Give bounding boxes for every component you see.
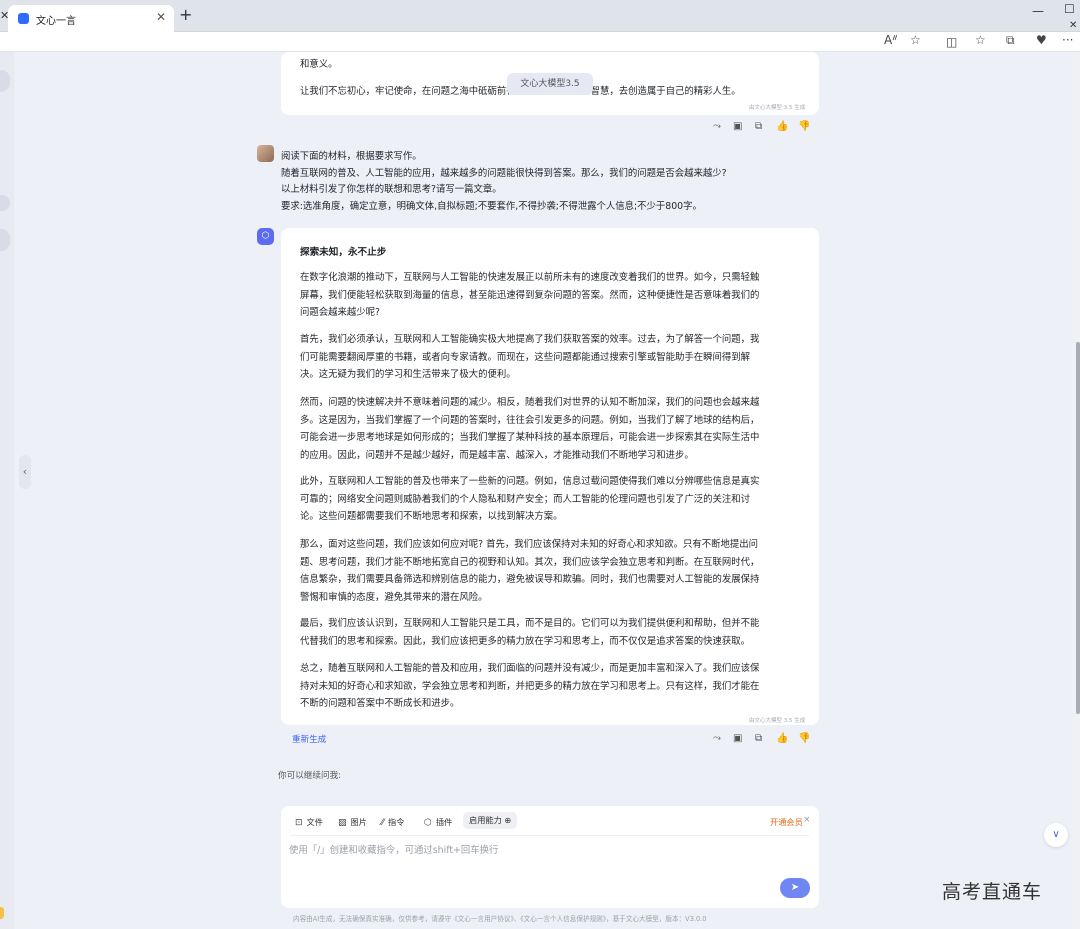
- essay-line: 可能会进一步思考地球是如何形成的；当我们掌握了某种科技的基本原理后，可能会进一步…: [300, 432, 760, 443]
- browser-tab-bar: ✕ 文心一言 ✕ + — ☐ ✕: [0, 0, 1080, 32]
- thumbs-down-icon[interactable]: 👎: [798, 733, 810, 744]
- copy-icon[interactable]: ⧉: [755, 121, 762, 132]
- collections-icon[interactable]: ⧉: [1006, 33, 1015, 48]
- window-close-icon[interactable]: ✕: [1069, 20, 1077, 31]
- model-badge: 文心大模型3.5: [507, 73, 593, 95]
- essay-line: 然而，问题的快速解决并不意味着问题的减少。相反，随着我们对世界的认知不断加深，我…: [300, 397, 760, 408]
- tool-label: 指令: [388, 817, 405, 827]
- essay-line: 那么，面对这些问题，我们应该如何应对呢? 首先，我们应该保持对未知的好奇心和求知…: [300, 539, 758, 550]
- essay-line: 警惕和审慎的态度，避免其带来的潜在风险。: [300, 591, 488, 603]
- send-button[interactable]: ➤: [780, 878, 810, 898]
- generated-by-note: 由文心大模型 3.5 生成: [749, 105, 806, 111]
- user-message-line: 以上材料引发了你怎样的联想和思考?请写一篇文章。: [281, 184, 502, 195]
- prompt-input[interactable]: [289, 840, 789, 860]
- bot-avatar-icon: ⬡: [257, 228, 274, 245]
- sidebar-nav-item[interactable]: [0, 195, 10, 211]
- browser-essentials-icon[interactable]: ♥: [1036, 33, 1047, 47]
- user-message-line: 要求:选准角度，确定立意，明确文体,自拟标题;不要套作,不得抄袭;不得泄露个人信…: [281, 201, 702, 212]
- essay-line: 的应用。因此，问题并不是越少越好，而是越丰富、越深入，才能推动我们不断地学习和进…: [300, 449, 694, 461]
- answer-paragraph: 和意义。: [300, 59, 338, 70]
- image-export-icon[interactable]: ▣: [733, 121, 742, 132]
- scroll-to-bottom-button[interactable]: ∨: [1044, 823, 1068, 847]
- essay-line: 决。这无疑为我们的学习和生活带来了极大的便利。: [300, 369, 516, 380]
- file-tool-button[interactable]: ⊡ 文件: [295, 816, 323, 828]
- left-sidebar: [0, 52, 14, 929]
- essay-line: 问题会越来越少呢?: [300, 307, 380, 318]
- tab-title: 文心一言: [36, 16, 76, 27]
- enable-abilities-button[interactable]: 启用能力 ⊕: [463, 812, 518, 829]
- side-indicator: [0, 907, 4, 919]
- minimize-icon[interactable]: —: [1032, 4, 1044, 18]
- command-tool-button[interactable]: ⁄⁄ 指令: [381, 816, 404, 828]
- user-avatar: [257, 145, 274, 162]
- essay-line: 可靠的；网络安全问题则威胁着我们的个人隐私和财产安全；而人工智能的伦理问题也引发…: [300, 493, 751, 505]
- slash-command-icon: ⁄⁄: [381, 818, 385, 828]
- share-icon[interactable]: ⤳: [713, 121, 721, 132]
- tool-label: 文件: [306, 817, 323, 827]
- sidebar-nav-item[interactable]: [0, 229, 10, 251]
- user-message-line: 阅读下面的材料，根据要求写作。: [281, 151, 422, 162]
- answer-actions: ⤳ ▣ ⧉ 👍 👎: [713, 121, 823, 135]
- plugin-tool-button[interactable]: ⬡ 插件: [424, 816, 452, 828]
- read-aloud-icon[interactable]: Aᐥ: [884, 33, 898, 47]
- essay-line: 不断的问题和答案中不断成长和进步。: [300, 698, 460, 709]
- browser-tab[interactable]: 文心一言 ✕: [8, 5, 174, 32]
- scrollbar-thumb[interactable]: [1076, 342, 1080, 714]
- tab-close-icon[interactable]: ✕: [156, 10, 166, 24]
- generated-by-note: 由文心大模型 3.5 生成: [749, 718, 806, 724]
- essay-line: 首先，我们必须承认，互联网和人工智能确实极大地提高了我们获取答案的效率。过去，为…: [300, 334, 760, 345]
- open-membership-link[interactable]: 开通会员: [770, 816, 803, 828]
- essay-line: 论。这些问题都需要我们不断地思考和探索，以找到解决方案。: [300, 511, 563, 522]
- essay-line: 多。这是因为，当我们掌握了一个问题的答案时，往往会引发更多的问题。例如，当我们了…: [300, 414, 760, 426]
- image-export-icon[interactable]: ▣: [733, 733, 742, 744]
- regenerate-button[interactable]: 重新生成: [292, 733, 326, 745]
- chat-page: ‹ 和意义。 让我们不忘初心，牢记使命，在问题之海中砥砺前行。让我们用勇气和智慧…: [0, 52, 1080, 929]
- watermark-text: 高考直通车: [942, 881, 1043, 903]
- essay-title: 探索未知，永不止步: [300, 247, 387, 258]
- divider: [291, 835, 809, 836]
- answer-actions: ⤳ ▣ ⧉ 👍 👎: [713, 733, 823, 747]
- essay-line: 在数字化浪潮的推动下，互联网与人工智能的快速发展正以前所未有的速度改变着我们的世…: [300, 272, 760, 283]
- maximize-icon[interactable]: ☐: [1064, 2, 1075, 16]
- close-icon[interactable]: ×: [803, 815, 811, 825]
- essay-line: 们可能需要翻阅厚重的书籍，或者向专家请教。而现在，这些问题都能通过搜索引擎或智能…: [300, 351, 751, 363]
- file-icon: ⊡: [295, 818, 303, 828]
- essay-line: 此外，互联网和人工智能的普及也带来了一些新的问题。例如，信息过载问题使得我们难以…: [300, 476, 760, 487]
- sidebar-nav-item[interactable]: [0, 70, 10, 92]
- browser-toolbar: Aᐥ ☆ ◫ ☆ ⧉ ♥ ···: [0, 32, 1080, 52]
- essay-line: 总之，随着互联网和人工智能的普及和应用，我们面临的问题并没有减少，而是更加丰富和…: [300, 663, 760, 674]
- split-screen-icon[interactable]: ◫: [946, 35, 957, 49]
- chat-input-box: ⊡文件 ▨图片 ⁄⁄指令 ⬡插件 启用能力 ⊕ 开通会员 × ➤: [281, 806, 819, 908]
- essay-line: 最后，我们应该认识到，互联网和人工智能只是工具，而不是目的。它们可以为我们提供便…: [300, 618, 760, 629]
- favorite-star-icon[interactable]: ☆: [910, 33, 921, 47]
- essay-line: 代替我们的思考和探索。因此，我们应该把更多的精力放在学习和思考上，而不仅仅是追求…: [300, 635, 751, 647]
- thumbs-up-icon[interactable]: 👍: [776, 733, 788, 744]
- tool-label: 图片: [350, 817, 367, 827]
- image-icon: ▨: [338, 818, 347, 828]
- share-icon[interactable]: ⤳: [713, 733, 721, 744]
- user-message-line: 随着互联网的普及、人工智能的应用，越来越多的问题能很快得到答案。那么，我们的问题…: [281, 168, 727, 179]
- copy-icon[interactable]: ⧉: [755, 733, 762, 744]
- essay-line: 题、思考问题，我们才能不断地拓宽自己的视野和认知。其次，我们应该学会独立思考和判…: [300, 556, 760, 568]
- image-tool-button[interactable]: ▨ 图片: [338, 816, 367, 828]
- sidebar-collapse-button[interactable]: ‹: [19, 455, 31, 489]
- plugin-icon: ⬡: [424, 818, 432, 828]
- disclaimer-footer: 内容由AI生成，无法确保真实准确，仅供参考，请遵守《文心一言用户协议》、《文心一…: [293, 915, 707, 923]
- favorites-icon[interactable]: ☆: [975, 33, 986, 47]
- thumbs-up-icon[interactable]: 👍: [776, 121, 788, 132]
- essay-line: 屏幕，我们便能轻松获取到海量的信息，甚至能迅速得到复杂问题的答案。然而，这种便捷…: [300, 289, 760, 301]
- tool-label: 插件: [435, 817, 453, 827]
- site-favicon-icon: [18, 13, 29, 24]
- continue-asking-label: 你可以继续问我:: [278, 771, 342, 781]
- essay-line: 持对未知的好奇心和求知欲，学会独立思考和判断，并把更多的精力放在学习和思考上。只…: [300, 680, 760, 692]
- thumbs-down-icon[interactable]: 👎: [798, 121, 810, 132]
- new-tab-button[interactable]: +: [179, 5, 192, 24]
- more-menu-icon[interactable]: ···: [1062, 33, 1073, 47]
- essay-line: 信息繁杂，我们需要具备筛选和辨别信息的能力，避免被误导和欺骗。同时，我们也需要对…: [300, 574, 760, 585]
- essay-answer-card: 探索未知，永不止步 在数字化浪潮的推动下，互联网与人工智能的快速发展正以前所未有…: [281, 228, 819, 725]
